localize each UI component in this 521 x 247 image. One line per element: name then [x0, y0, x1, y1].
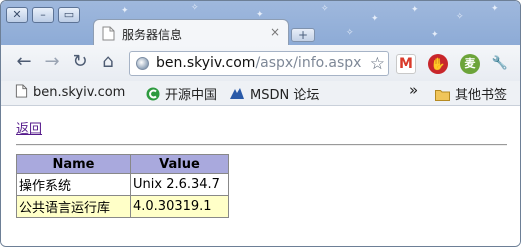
other-bookmarks-label: 其他书签	[455, 88, 508, 103]
tab-server-info[interactable]: 服务器信息 ×	[93, 19, 289, 47]
bookmark-item-msdn[interactable]: MSDN 论坛	[229, 84, 319, 103]
reload-button[interactable]: ↻	[69, 51, 91, 73]
server-info-table: Name Value 操作系统 Unix 2.6.34.7 公共语言运行库 4.…	[16, 154, 229, 218]
minimize-window-button[interactable]: –	[32, 7, 54, 23]
bookmark-star-icon[interactable]: ☆	[370, 54, 385, 74]
tab-title: 服务器信息	[122, 28, 183, 42]
page-icon	[102, 26, 115, 41]
page-icon	[15, 84, 28, 98]
forward-button[interactable]: →	[41, 51, 63, 73]
url-text: ben.skyiv.com/aspx/info.aspx	[156, 55, 361, 71]
bookmarks-overflow-icon[interactable]: »	[409, 81, 418, 99]
toolbar: ← → ↻ ⌂ ben.skyiv.com/aspx/info.aspx ☆ M…	[1, 45, 520, 81]
title-bar: ✦ ✧ ✦ ✧ ✦ ✦ ✧ ✦ ✧ ✦ ✕ – ▭ 服务器信息 × +	[1, 1, 520, 47]
url-path: /aspx/info.aspx	[255, 55, 362, 71]
star-decoration-icon: ✦	[371, 14, 379, 24]
table-cell-value: Unix 2.6.34.7	[130, 173, 229, 196]
star-decoration-icon: ✧	[456, 12, 464, 22]
bookmark-label: MSDN 论坛	[250, 88, 320, 103]
new-tab-button[interactable]: +	[291, 28, 315, 42]
star-decoration-icon: ✦	[431, 30, 439, 40]
bookmark-item-oschina[interactable]: 开源中国	[146, 84, 217, 103]
url-host: ben.skyiv.com	[156, 55, 256, 71]
close-icon: ✕	[12, 8, 22, 21]
extension-circle-icon[interactable]: 麦	[460, 54, 480, 74]
page-content: 返回 Name Value 操作系统 Unix 2.6.34.7 公共语言运行库…	[1, 106, 520, 246]
gmail-icon[interactable]: M	[396, 54, 416, 74]
star-decoration-icon: ✦	[411, 5, 419, 15]
maximize-window-button[interactable]: ▭	[58, 7, 80, 23]
globe-icon	[136, 57, 149, 70]
oschina-icon	[146, 87, 160, 101]
table-cell-name: 操作系统	[16, 173, 131, 196]
browser-window: ✦ ✧ ✦ ✧ ✦ ✦ ✧ ✦ ✧ ✦ ✕ – ▭ 服务器信息 × + ← → …	[0, 0, 521, 247]
back-button[interactable]: ←	[13, 51, 35, 73]
other-bookmarks-button[interactable]: 其他书签	[435, 84, 507, 103]
star-decoration-icon: ✧	[346, 28, 354, 38]
column-header-value: Value	[130, 154, 229, 174]
table-row: 操作系统 Unix 2.6.34.7	[16, 173, 229, 196]
maximize-icon: ▭	[63, 8, 75, 21]
star-decoration-icon: ✦	[491, 4, 499, 14]
table-cell-value: 4.0.30319.1	[130, 195, 229, 218]
home-button[interactable]: ⌂	[97, 51, 119, 73]
adblock-icon[interactable]: ✋	[428, 54, 448, 74]
star-decoration-icon: ✦	[121, 6, 129, 16]
wrench-icon[interactable]: 🔧	[490, 54, 510, 74]
back-link[interactable]: 返回	[16, 118, 42, 137]
bookmark-item-skyiv[interactable]: ben.skyiv.com	[15, 84, 125, 100]
table-cell-name: 公共语言运行库	[16, 195, 131, 218]
divider	[16, 144, 507, 146]
table-header-row: Name Value	[16, 154, 229, 174]
close-window-button[interactable]: ✕	[6, 7, 28, 23]
tab-close-icon[interactable]: ×	[270, 25, 280, 39]
minimize-icon: –	[40, 8, 46, 21]
address-bar[interactable]: ben.skyiv.com/aspx/info.aspx ☆	[129, 51, 389, 76]
bookmark-label: 开源中国	[165, 88, 218, 103]
msdn-icon	[230, 88, 244, 99]
star-decoration-icon: ✧	[321, 4, 329, 14]
star-decoration-icon: ✧	[191, 3, 199, 13]
table-row: 公共语言运行库 4.0.30319.1	[16, 195, 229, 218]
folder-icon	[435, 90, 450, 101]
bookmarks-bar: ben.skyiv.com 开源中国 MSDN 论坛 » 其他书签	[1, 81, 520, 106]
column-header-name: Name	[16, 154, 131, 174]
bookmark-label: ben.skyiv.com	[33, 85, 126, 100]
